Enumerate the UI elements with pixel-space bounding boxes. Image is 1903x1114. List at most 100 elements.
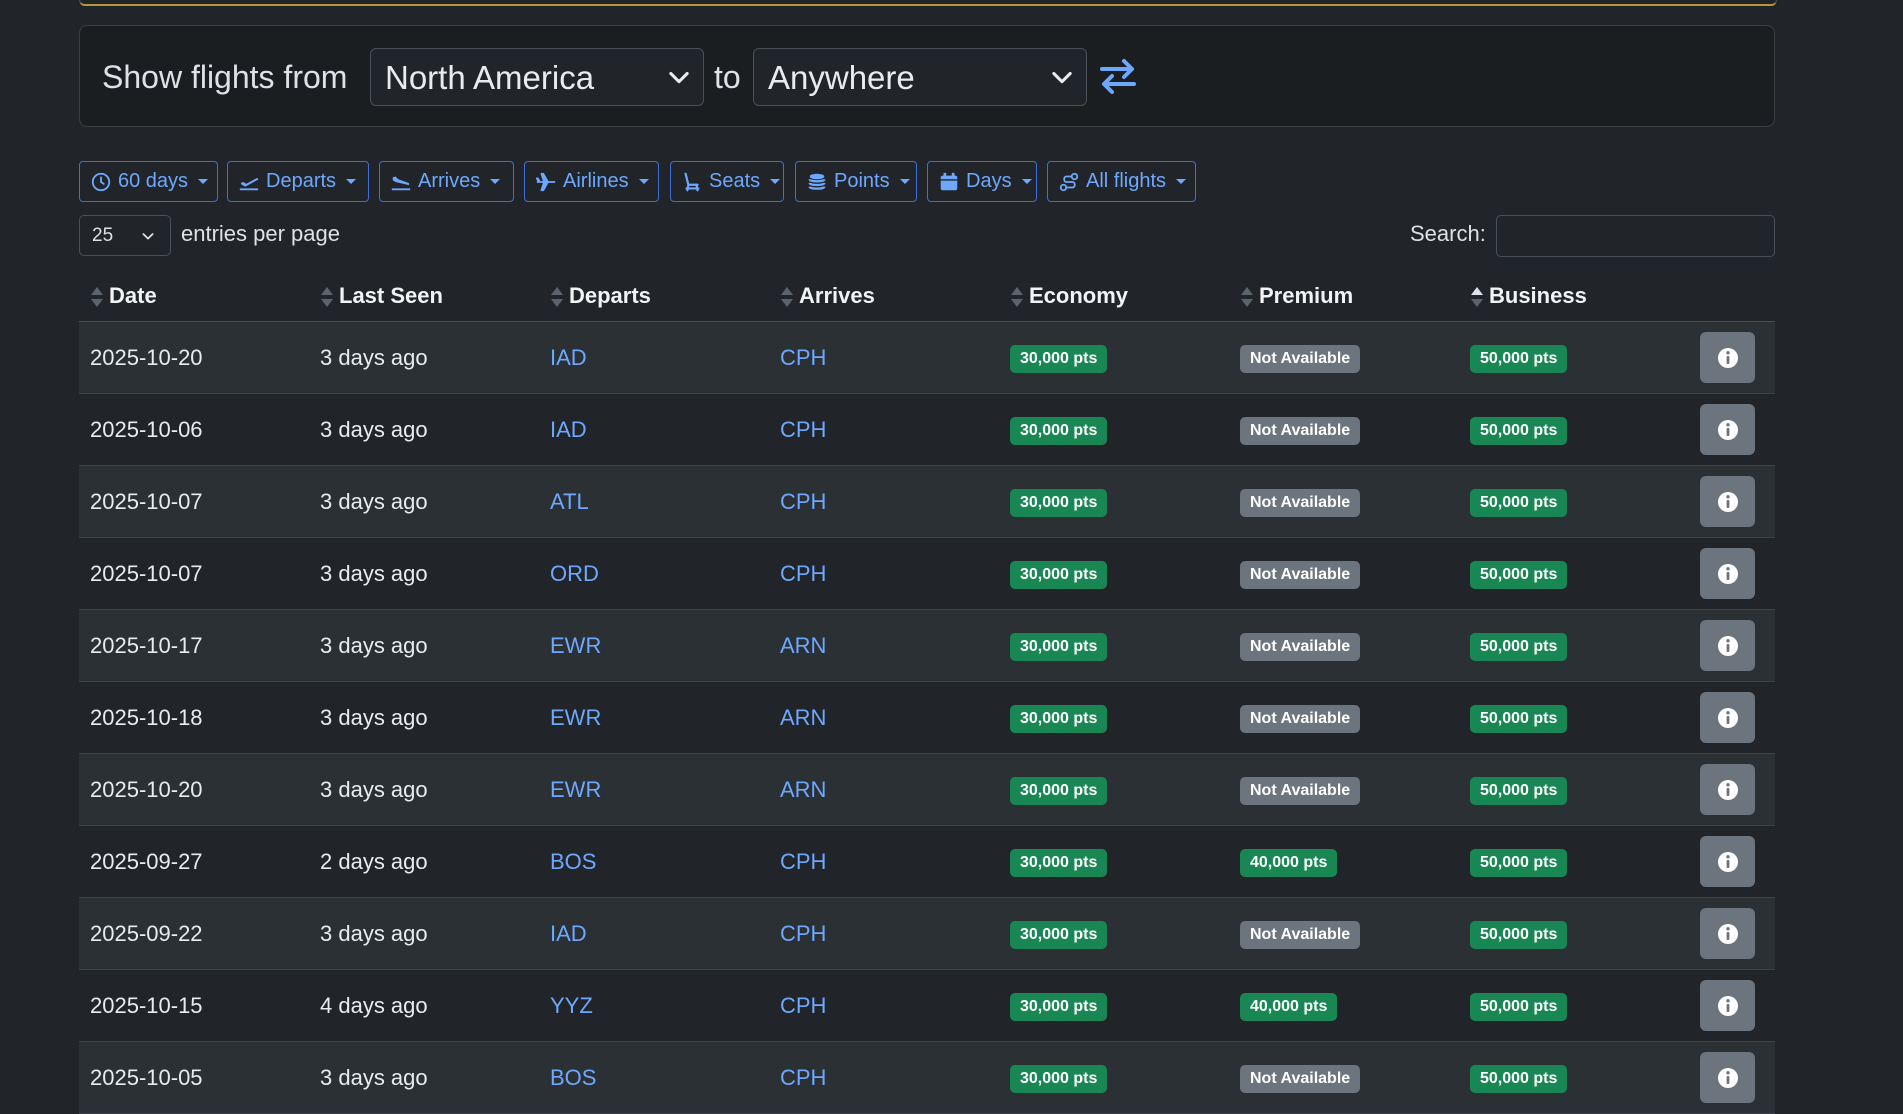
details-button[interactable] — [1700, 836, 1755, 887]
arrives-airport-link[interactable]: CPH — [780, 561, 826, 586]
arrives-airport-link[interactable]: CPH — [780, 1065, 826, 1090]
column-header-label: Economy — [1029, 282, 1129, 308]
details-button[interactable] — [1700, 332, 1755, 383]
filter-days-button[interactable]: Days — [927, 161, 1037, 202]
table-row: 2025-10-05 3 days ago BOS CPH 30,000 pts Not … — [79, 1041, 1775, 1114]
column-header-last-seen[interactable]: Last Seen — [309, 272, 539, 322]
filter-seats-button[interactable]: Seats — [670, 161, 784, 202]
filter-label: Arrives — [418, 170, 481, 192]
arrives-airport-link[interactable]: CPH — [780, 417, 826, 442]
date-cell: 2025-10-20 — [79, 321, 309, 394]
details-button[interactable] — [1700, 908, 1755, 959]
departs-airport-link[interactable]: ORD — [550, 561, 599, 586]
clock-icon — [91, 172, 111, 191]
arrives-airport-link[interactable]: CPH — [780, 993, 826, 1018]
filter-departs-button[interactable]: Departs — [227, 161, 369, 202]
premium-cell: 40,000 pts — [1229, 825, 1459, 898]
filter-arrives-button[interactable]: Arrives — [379, 161, 514, 202]
page-length-select[interactable]: 25 — [79, 215, 171, 256]
search-input[interactable] — [1496, 215, 1775, 257]
arrives-cell: CPH — [769, 321, 999, 394]
premium-points-badge: 40,000 pts — [1240, 848, 1338, 877]
economy-points-badge: 30,000 pts — [1010, 488, 1108, 517]
departs-airport-link[interactable]: BOS — [550, 1065, 596, 1090]
departs-airport-link[interactable]: IAD — [550, 921, 587, 946]
arrives-airport-link[interactable]: ARN — [780, 777, 826, 802]
to-region-select[interactable]: Anywhere — [753, 48, 1087, 106]
actions-cell — [1689, 1041, 1775, 1114]
premium-points-badge: Not Available — [1240, 488, 1361, 517]
arrives-cell: CPH — [769, 897, 999, 970]
economy-cell: 30,000 pts — [999, 681, 1229, 754]
economy-cell: 30,000 pts — [999, 753, 1229, 826]
to-label: to — [714, 59, 741, 95]
filter-airlines-button[interactable]: Airlines — [524, 161, 659, 202]
premium-points-badge: Not Available — [1240, 920, 1361, 949]
arrives-airport-link[interactable]: CPH — [780, 849, 826, 874]
column-header-premium[interactable]: Premium — [1229, 272, 1459, 322]
economy-cell: 30,000 pts — [999, 609, 1229, 682]
premium-cell: Not Available — [1229, 537, 1459, 610]
filter-points-button[interactable]: Points — [795, 161, 917, 202]
sort-icon — [1011, 287, 1023, 308]
column-header-label: Date — [109, 282, 157, 308]
departs-airport-link[interactable]: YYZ — [550, 993, 593, 1018]
filter-days-range-button[interactable]: 60 days — [79, 161, 218, 202]
departs-airport-link[interactable]: EWR — [550, 777, 601, 802]
economy-points-badge: 30,000 pts — [1010, 1064, 1108, 1093]
departs-airport-link[interactable]: BOS — [550, 849, 596, 874]
premium-cell: Not Available — [1229, 393, 1459, 466]
departs-airport-link[interactable]: EWR — [550, 705, 601, 730]
filter-all-flights-button[interactable]: All flights — [1047, 161, 1196, 202]
premium-cell: Not Available — [1229, 321, 1459, 394]
premium-cell: Not Available — [1229, 897, 1459, 970]
column-header-departs[interactable]: Departs — [539, 272, 769, 322]
actions-cell — [1689, 897, 1775, 970]
economy-cell: 30,000 pts — [999, 321, 1229, 394]
departs-airport-link[interactable]: IAD — [550, 345, 587, 370]
column-header-business[interactable]: Business — [1459, 272, 1689, 322]
business-points-badge: 50,000 pts — [1470, 560, 1568, 589]
table-row: 2025-10-06 3 days ago IAD CPH 30,000 pts Not … — [79, 393, 1775, 466]
details-button[interactable] — [1700, 764, 1755, 815]
details-button[interactable] — [1700, 692, 1755, 743]
column-header-date[interactable]: Date — [79, 272, 309, 322]
arrives-airport-link[interactable]: CPH — [780, 489, 826, 514]
details-button[interactable] — [1700, 548, 1755, 599]
plane-icon — [535, 172, 556, 191]
departs-airport-link[interactable]: IAD — [550, 417, 587, 442]
arrives-airport-link[interactable]: CPH — [780, 921, 826, 946]
info-icon — [1717, 923, 1738, 944]
details-button[interactable] — [1700, 404, 1755, 455]
arrives-airport-link[interactable]: ARN — [780, 705, 826, 730]
economy-cell: 30,000 pts — [999, 1041, 1229, 1114]
departs-airport-link[interactable]: EWR — [550, 633, 601, 658]
premium-points-badge: 40,000 pts — [1240, 992, 1338, 1021]
details-button[interactable] — [1700, 980, 1755, 1031]
info-icon — [1717, 707, 1738, 728]
filter-label: Points — [834, 170, 890, 192]
arrives-airport-link[interactable]: ARN — [780, 633, 826, 658]
economy-cell: 30,000 pts — [999, 825, 1229, 898]
arrives-cell: CPH — [769, 825, 999, 898]
details-button[interactable] — [1700, 476, 1755, 527]
date-cell: 2025-10-05 — [79, 1041, 309, 1114]
details-button[interactable] — [1700, 620, 1755, 671]
column-header-arrives[interactable]: Arrives — [769, 272, 999, 322]
economy-points-badge: 30,000 pts — [1010, 704, 1108, 733]
arrives-airport-link[interactable]: CPH — [780, 345, 826, 370]
economy-points-badge: 30,000 pts — [1010, 848, 1108, 877]
arrives-cell: CPH — [769, 537, 999, 610]
date-cell: 2025-10-17 — [79, 609, 309, 682]
business-points-badge: 50,000 pts — [1470, 416, 1568, 445]
column-header-economy[interactable]: Economy — [999, 272, 1229, 322]
business-cell: 50,000 pts — [1459, 825, 1689, 898]
departs-airport-link[interactable]: ATL — [550, 489, 589, 514]
from-region-select[interactable]: North America — [370, 48, 704, 106]
date-cell: 2025-10-07 — [79, 537, 309, 610]
details-button[interactable] — [1700, 1052, 1755, 1103]
economy-points-badge: 30,000 pts — [1010, 560, 1108, 589]
business-cell: 50,000 pts — [1459, 897, 1689, 970]
info-icon — [1717, 419, 1738, 440]
swap-direction-icon[interactable] — [1098, 56, 1138, 96]
